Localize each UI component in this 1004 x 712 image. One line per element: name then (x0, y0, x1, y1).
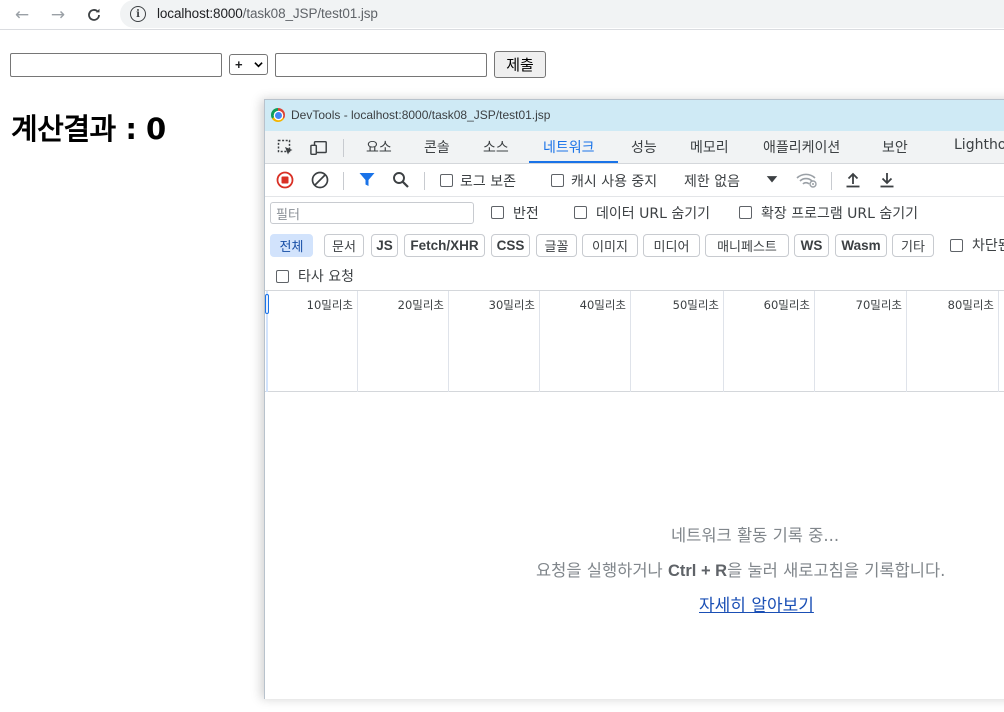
timeline-tick-label: 70밀리초 (855, 298, 902, 312)
timeline-tick: 30밀리초 (449, 291, 540, 392)
export-har-icon[interactable] (878, 171, 896, 189)
tab-sources[interactable]: 소스 (483, 137, 509, 157)
browser-toolbar: ← → i localhost:8000/task08_JSP/test01.j… (0, 0, 1004, 30)
forward-arrow-icon[interactable]: → (46, 3, 70, 27)
learn-more-link[interactable]: 자세히 알아보기 (699, 591, 814, 616)
recording-message: 네트워크 활동 기록 중... (671, 526, 840, 545)
chip-font[interactable]: 글꼴 (536, 234, 577, 257)
tab-application[interactable]: 애플리케이션 (763, 137, 840, 157)
chip-doc[interactable]: 문서 (324, 234, 364, 257)
timeline-tick: 80밀리초 (907, 291, 999, 392)
tab-separator (343, 139, 344, 157)
device-toolbar-icon[interactable] (310, 139, 328, 157)
chip-wasm[interactable]: Wasm (835, 234, 887, 257)
chip-media[interactable]: 미디어 (643, 234, 700, 257)
reload-icon[interactable] (82, 3, 106, 27)
devtools-tab-bar: 요소 콘솔 소스 네트워크 성능 메모리 애플리케이션 보안 Lighthous… (265, 131, 1004, 164)
hide-extension-urls-checkbox[interactable] (739, 206, 752, 219)
chip-fetch-xhr[interactable]: Fetch/XHR (404, 234, 485, 257)
timeline-tick-label: 10밀리초 (306, 298, 353, 312)
back-arrow-icon[interactable]: ← (10, 3, 34, 27)
toolbar-separator (424, 172, 425, 190)
hide-data-urls-label: 데이터 URL 숨기기 (596, 206, 710, 222)
timeline-tick-label: 60밀리초 (763, 298, 810, 312)
devtools-titlebar[interactable]: DevTools - localhost:8000/task08_JSP/tes… (265, 100, 1004, 131)
toolbar-separator (831, 172, 832, 190)
active-tab-indicator (529, 161, 618, 163)
filter-icon[interactable] (358, 171, 376, 189)
preserve-log-label: 로그 보존 (460, 174, 516, 190)
invert-label: 반전 (513, 206, 539, 222)
timeline-tick: 70밀리초 (815, 291, 907, 392)
network-conditions-icon[interactable] (796, 171, 818, 189)
import-har-icon[interactable] (844, 171, 862, 189)
timeline-tick-label: 20밀리초 (397, 298, 444, 312)
site-info-icon[interactable]: i (130, 6, 146, 22)
operator-select-value: + (235, 57, 243, 72)
timeline-tick-label: 30밀리초 (488, 298, 535, 312)
chrome-logo-icon (271, 108, 285, 122)
timeline-tick: 10밀리초 (265, 291, 358, 392)
tab-performance[interactable]: 성능 (631, 137, 657, 157)
chip-ws[interactable]: WS (794, 234, 829, 257)
toolbar-separator (343, 172, 344, 190)
chip-all[interactable]: 전체 (270, 234, 313, 257)
tab-lighthouse[interactable]: Lighthouse (954, 137, 1004, 153)
tab-elements[interactable]: 요소 (366, 137, 392, 157)
chip-manifest[interactable]: 매니페스트 (705, 234, 789, 257)
operand2-input[interactable] (275, 53, 487, 77)
chip-css[interactable]: CSS (491, 234, 530, 257)
result-heading: 계산결과 : 0 (11, 112, 166, 146)
hide-data-urls-checkbox[interactable] (574, 206, 587, 219)
chip-img[interactable]: 이미지 (582, 234, 638, 257)
operand1-input[interactable] (10, 53, 222, 77)
tab-memory[interactable]: 메모리 (690, 137, 729, 157)
tab-console[interactable]: 콘솔 (424, 137, 450, 157)
blocked-requests-checkbox[interactable] (950, 239, 963, 252)
blocked-requests-label: 차단된 요청 (972, 238, 1004, 254)
chip-js[interactable]: JS (371, 234, 398, 257)
tab-security[interactable]: 보안 (882, 137, 908, 157)
disable-cache-checkbox[interactable] (551, 174, 564, 187)
third-party-label: 타사 요청 (298, 269, 354, 285)
resource-type-filters: 전체 문서 JS Fetch/XHR CSS 글꼴 이미지 미디어 매니페스트 … (265, 229, 1004, 262)
third-party-checkbox[interactable] (276, 270, 289, 283)
timeline-tick: 60밀리초 (724, 291, 815, 392)
inspect-element-icon[interactable] (277, 139, 295, 157)
filter-bar: 필터 반전 데이터 URL 숨기기 확장 프로그램 URL 숨기기 (265, 197, 1004, 229)
timeline-tick: 50밀리초 (631, 291, 724, 392)
operator-select[interactable]: + (229, 54, 268, 75)
tab-network[interactable]: 네트워크 (543, 137, 595, 157)
submit-button[interactable]: 제출 (494, 51, 546, 78)
network-empty-state: 네트워크 활동 기록 중... 요청을 실행하거나 Ctrl + R을 눌러 새… (265, 392, 1004, 712)
third-party-row: 타사 요청 (265, 262, 1004, 291)
timeline-tick-label: 50밀리초 (672, 298, 719, 312)
chip-other[interactable]: 기타 (892, 234, 934, 257)
throttling-select[interactable]: 제한 없음 (684, 171, 740, 191)
preserve-log-checkbox[interactable] (440, 174, 453, 187)
url-text: localhost:8000/task08_JSP/test01.jsp (157, 6, 378, 21)
chevron-down-icon (254, 62, 263, 68)
reload-hint: 요청을 실행하거나 Ctrl + R을 눌러 새로고침을 기록합니다. (536, 561, 946, 580)
hide-extension-urls-label: 확장 프로그램 URL 숨기기 (761, 206, 919, 222)
devtools-window: DevTools - localhost:8000/task08_JSP/tes… (264, 99, 1004, 699)
devtools-title: DevTools - localhost:8000/task08_JSP/tes… (291, 108, 551, 122)
invert-checkbox[interactable] (491, 206, 504, 219)
disable-cache-label: 캐시 사용 중지 (571, 174, 658, 190)
search-icon[interactable] (392, 171, 410, 189)
timeline-tick-label: 80밀리초 (947, 298, 994, 312)
timeline-tick-label: 40밀리초 (579, 298, 626, 312)
network-overview-timeline[interactable]: 10밀리초 20밀리초 30밀리초 40밀리초 50밀리초 60밀리초 70밀리… (265, 291, 1004, 392)
stop-recording-icon[interactable] (276, 171, 294, 189)
filter-input[interactable]: 필터 (270, 202, 474, 224)
timeline-tick: 40밀리초 (540, 291, 631, 392)
clear-icon[interactable] (311, 171, 329, 189)
caret-down-icon[interactable] (765, 172, 779, 186)
address-bar[interactable]: i localhost:8000/task08_JSP/test01.jsp (120, 0, 1004, 28)
network-toolbar: 로그 보존 캐시 사용 중지 제한 없음 (265, 164, 1004, 197)
timeline-tick: 20밀리초 (358, 291, 449, 392)
